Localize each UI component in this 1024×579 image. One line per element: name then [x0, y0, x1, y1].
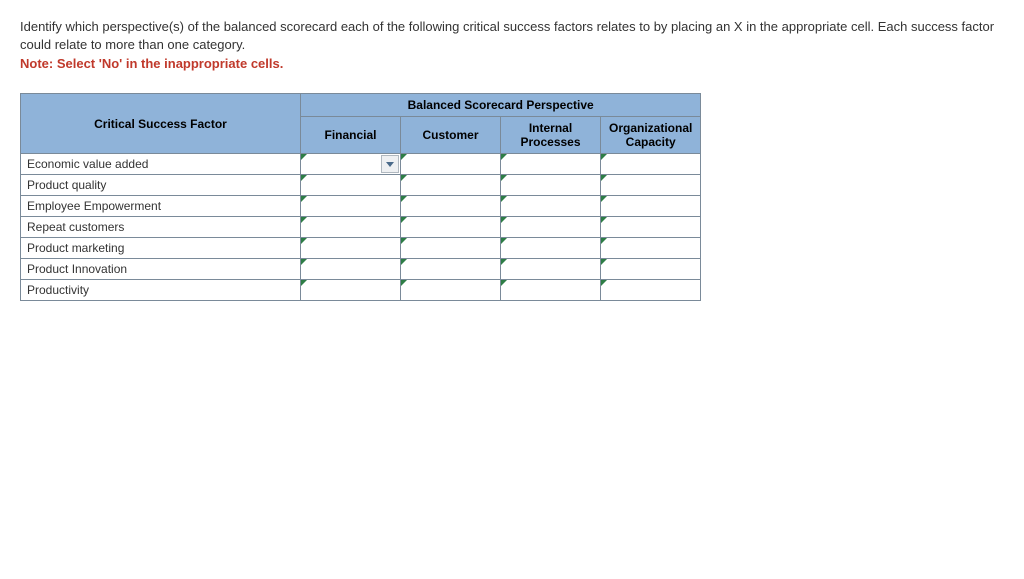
cell-corner-icon	[301, 154, 307, 160]
dropdown-cell[interactable]	[301, 154, 401, 175]
cell-corner-icon	[401, 154, 407, 160]
table-row: Employee Empowerment	[21, 196, 701, 217]
dropdown-cell[interactable]	[501, 196, 601, 217]
dropdown-cell[interactable]	[401, 280, 501, 301]
factor-label: Product Innovation	[21, 259, 301, 280]
factor-label: Productivity	[21, 280, 301, 301]
cell-corner-icon	[601, 238, 607, 244]
dropdown-cell[interactable]	[501, 217, 601, 238]
dropdown-cell[interactable]	[301, 196, 401, 217]
dropdown-cell[interactable]	[301, 217, 401, 238]
cell-corner-icon	[301, 196, 307, 202]
factor-label: Product marketing	[21, 238, 301, 259]
dropdown-cell[interactable]	[401, 259, 501, 280]
cell-corner-icon	[301, 217, 307, 223]
cell-corner-icon	[401, 175, 407, 181]
dropdown-cell[interactable]	[301, 280, 401, 301]
cell-corner-icon	[401, 280, 407, 286]
cell-corner-icon	[601, 259, 607, 265]
dropdown-cell[interactable]	[401, 154, 501, 175]
dropdown-arrow-icon[interactable]	[381, 155, 399, 173]
dropdown-cell[interactable]	[501, 259, 601, 280]
dropdown-cell[interactable]	[601, 259, 701, 280]
dropdown-cell[interactable]	[501, 280, 601, 301]
cell-corner-icon	[601, 175, 607, 181]
header-internal-processes: Internal Processes	[501, 117, 601, 154]
dropdown-cell[interactable]	[401, 238, 501, 259]
cell-corner-icon	[301, 280, 307, 286]
dropdown-cell[interactable]	[601, 196, 701, 217]
cell-corner-icon	[501, 280, 507, 286]
cell-corner-icon	[501, 217, 507, 223]
cell-corner-icon	[501, 154, 507, 160]
dropdown-cell[interactable]	[601, 154, 701, 175]
dropdown-cell[interactable]	[601, 217, 701, 238]
cell-corner-icon	[601, 154, 607, 160]
dropdown-cell[interactable]	[601, 280, 701, 301]
dropdown-cell[interactable]	[501, 175, 601, 196]
cell-corner-icon	[401, 238, 407, 244]
table-row: Product quality	[21, 175, 701, 196]
dropdown-cell[interactable]	[501, 154, 601, 175]
cell-corner-icon	[301, 175, 307, 181]
dropdown-cell[interactable]	[401, 196, 501, 217]
header-balanced-scorecard-perspective: Balanced Scorecard Perspective	[301, 94, 701, 117]
factor-label: Product quality	[21, 175, 301, 196]
dropdown-cell[interactable]	[501, 238, 601, 259]
cell-corner-icon	[601, 217, 607, 223]
instructions-text: Identify which perspective(s) of the bal…	[20, 18, 1004, 53]
factor-label: Repeat customers	[21, 217, 301, 238]
cell-corner-icon	[501, 259, 507, 265]
dropdown-cell[interactable]	[401, 175, 501, 196]
cell-corner-icon	[301, 238, 307, 244]
factor-label: Employee Empowerment	[21, 196, 301, 217]
header-organizational-capacity: Organizational Capacity	[601, 117, 701, 154]
dropdown-cell[interactable]	[301, 175, 401, 196]
table-row: Economic value added	[21, 154, 701, 175]
cell-corner-icon	[401, 217, 407, 223]
cell-corner-icon	[501, 196, 507, 202]
cell-corner-icon	[301, 259, 307, 265]
dropdown-cell[interactable]	[401, 217, 501, 238]
cell-corner-icon	[401, 259, 407, 265]
table-body: Economic value addedProduct qualityEmplo…	[21, 154, 701, 301]
cell-corner-icon	[601, 196, 607, 202]
instructions-note: Note: Select 'No' in the inappropriate c…	[20, 56, 1004, 71]
dropdown-cell[interactable]	[601, 238, 701, 259]
scorecard-table: Critical Success Factor Balanced Scoreca…	[20, 93, 701, 301]
header-critical-success-factor: Critical Success Factor	[21, 94, 301, 154]
dropdown-cell[interactable]	[301, 238, 401, 259]
cell-corner-icon	[401, 196, 407, 202]
table-row: Productivity	[21, 280, 701, 301]
cell-corner-icon	[501, 238, 507, 244]
factor-label: Economic value added	[21, 154, 301, 175]
cell-corner-icon	[601, 280, 607, 286]
header-customer: Customer	[401, 117, 501, 154]
table-row: Product Innovation	[21, 259, 701, 280]
cell-corner-icon	[501, 175, 507, 181]
dropdown-cell[interactable]	[301, 259, 401, 280]
header-financial: Financial	[301, 117, 401, 154]
table-row: Product marketing	[21, 238, 701, 259]
table-row: Repeat customers	[21, 217, 701, 238]
dropdown-cell[interactable]	[601, 175, 701, 196]
